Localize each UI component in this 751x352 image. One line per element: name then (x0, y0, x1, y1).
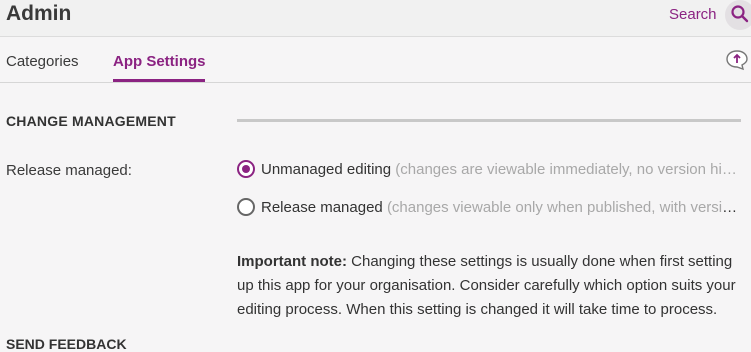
radio-hint: (changes are viewable immediately, no ve… (395, 161, 737, 178)
radio-button-unchecked[interactable] (237, 198, 255, 216)
page-title: Admin (6, 2, 72, 25)
tab-app-settings[interactable]: App Settings (113, 53, 206, 70)
note-prefix: Important note: (237, 253, 347, 270)
radio-label: Release managed (261, 199, 383, 216)
upload-icon[interactable] (725, 49, 749, 71)
tab-bar: Categories App Settings (0, 37, 751, 83)
change-management-heading: CHANGE MANAGEMENT (6, 113, 176, 129)
section-divider (237, 119, 741, 122)
tab-categories[interactable]: Categories (6, 53, 79, 70)
radio-unmanaged-editing[interactable]: Unmanaged editing (changes are viewable … (237, 159, 739, 181)
radio-release-managed[interactable]: Release managed (changes viewable only w… (237, 197, 739, 219)
search-link[interactable]: Search (669, 6, 717, 23)
important-note: Important note: Changing these settings … (237, 250, 747, 322)
radio-label: Unmanaged editing (261, 161, 392, 178)
search-button[interactable] (725, 0, 751, 30)
radio-hint: (changes viewable only when published, w… (386, 199, 739, 216)
app-header: Admin Search (0, 0, 751, 37)
active-tab-indicator (113, 79, 205, 82)
radio-button-checked[interactable] (237, 160, 255, 178)
search-icon (731, 5, 749, 23)
send-feedback-heading: SEND FEEDBACK (6, 336, 127, 352)
release-managed-label: Release managed: (6, 162, 132, 179)
